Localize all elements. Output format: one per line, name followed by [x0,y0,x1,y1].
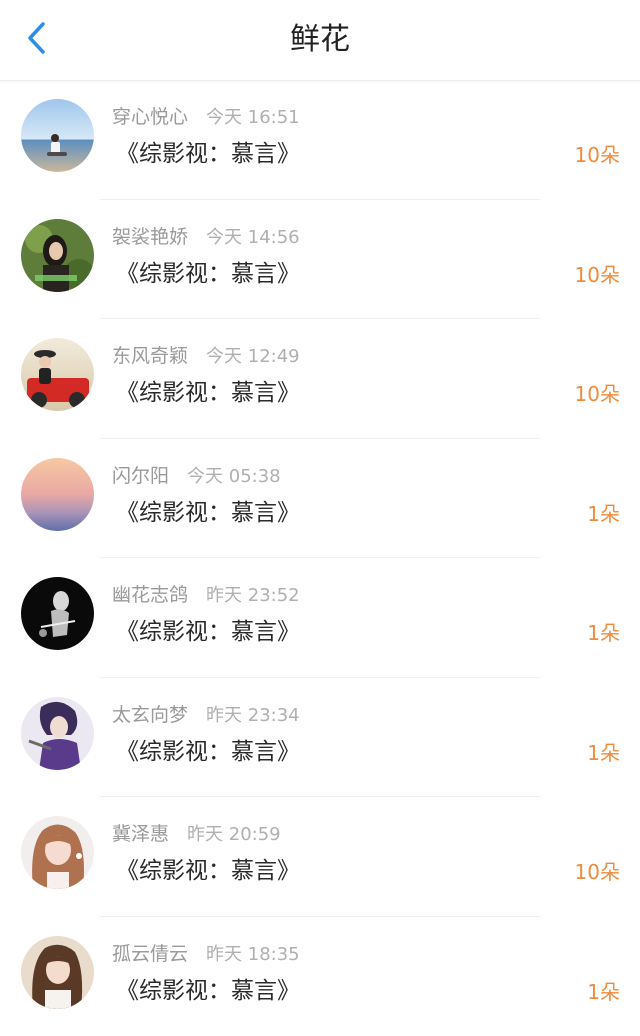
timestamp: 今天 14:56 [206,227,300,248]
list-item[interactable]: 东风奇颖今天 12:49 《综影视：慕言》 10朵 [0,319,640,439]
timestamp: 昨天 18:35 [206,944,300,965]
book-title[interactable]: 《综影视：慕言》 [116,616,300,648]
book-title[interactable]: 《综影视：慕言》 [116,138,300,170]
book-title[interactable]: 《综影视：慕言》 [116,497,300,529]
flower-count: 1朵 [587,499,620,529]
sender-name[interactable]: 太玄向梦 [112,704,188,726]
flower-count: 10朵 [575,379,620,409]
sender-name[interactable]: 幽花志鸽 [112,584,188,606]
sender-name[interactable]: 冀泽惠 [112,823,169,845]
flower-count: 1朵 [587,738,620,768]
book-title[interactable]: 《综影视：慕言》 [116,855,300,887]
book-title[interactable]: 《综影视：慕言》 [116,975,300,1007]
sender-meta: 袈裟艳娇今天 14:56 [112,224,300,251]
sender-name[interactable]: 东风奇颖 [112,345,188,367]
timestamp: 昨天 20:59 [187,824,281,845]
avatar[interactable] [21,697,94,770]
sender-name[interactable]: 袈裟艳娇 [112,226,188,248]
avatar[interactable] [21,338,94,411]
sender-name[interactable]: 孤云倩云 [112,943,188,965]
list-item[interactable]: 穿心悦心今天 16:51 《综影视：慕言》 10朵 [0,80,640,200]
book-title[interactable]: 《综影视：慕言》 [116,377,300,409]
avatar[interactable] [21,219,94,292]
book-title[interactable]: 《综影视：慕言》 [116,736,300,768]
sender-meta: 东风奇颖今天 12:49 [112,343,300,370]
flower-count: 1朵 [587,618,620,648]
avatar[interactable] [21,936,94,1009]
flower-list: 穿心悦心今天 16:51 《综影视：慕言》 10朵 袈裟艳娇今天 14:56 《… [0,80,640,1036]
timestamp: 今天 05:38 [187,466,281,487]
sender-meta: 闪尔阳今天 05:38 [112,463,281,490]
sender-meta: 冀泽惠昨天 20:59 [112,821,281,848]
sender-meta: 孤云倩云昨天 18:35 [112,941,300,968]
list-item[interactable]: 闪尔阳今天 05:38 《综影视：慕言》 1朵 [0,439,640,559]
book-title[interactable]: 《综影视：慕言》 [116,258,300,290]
page-title: 鲜花 [0,20,640,60]
avatar[interactable] [21,577,94,650]
top-bar: 鲜花 [0,0,640,81]
list-item[interactable]: 冀泽惠昨天 20:59 《综影视：慕言》 10朵 [0,797,640,917]
sender-name[interactable]: 闪尔阳 [112,465,169,487]
timestamp: 今天 16:51 [206,107,300,128]
flower-count: 10朵 [575,260,620,290]
list-item[interactable]: 幽花志鸽昨天 23:52 《综影视：慕言》 1朵 [0,558,640,678]
list-item[interactable]: 袈裟艳娇今天 14:56 《综影视：慕言》 10朵 [0,200,640,320]
avatar[interactable] [21,816,94,889]
avatar[interactable] [21,458,94,531]
flower-count: 1朵 [587,977,620,1007]
timestamp: 今天 12:49 [206,346,300,367]
timestamp: 昨天 23:52 [206,585,300,606]
list-item[interactable]: 孤云倩云昨天 18:35 《综影视：慕言》 1朵 [0,917,640,1036]
timestamp: 昨天 23:34 [206,705,300,726]
list-item[interactable]: 太玄向梦昨天 23:34 《综影视：慕言》 1朵 [0,678,640,798]
sender-meta: 穿心悦心今天 16:51 [112,104,300,131]
flower-count: 10朵 [575,857,620,887]
avatar[interactable] [21,99,94,172]
sender-meta: 幽花志鸽昨天 23:52 [112,582,300,609]
sender-name[interactable]: 穿心悦心 [112,106,188,128]
sender-meta: 太玄向梦昨天 23:34 [112,702,300,729]
flower-count: 10朵 [575,140,620,170]
